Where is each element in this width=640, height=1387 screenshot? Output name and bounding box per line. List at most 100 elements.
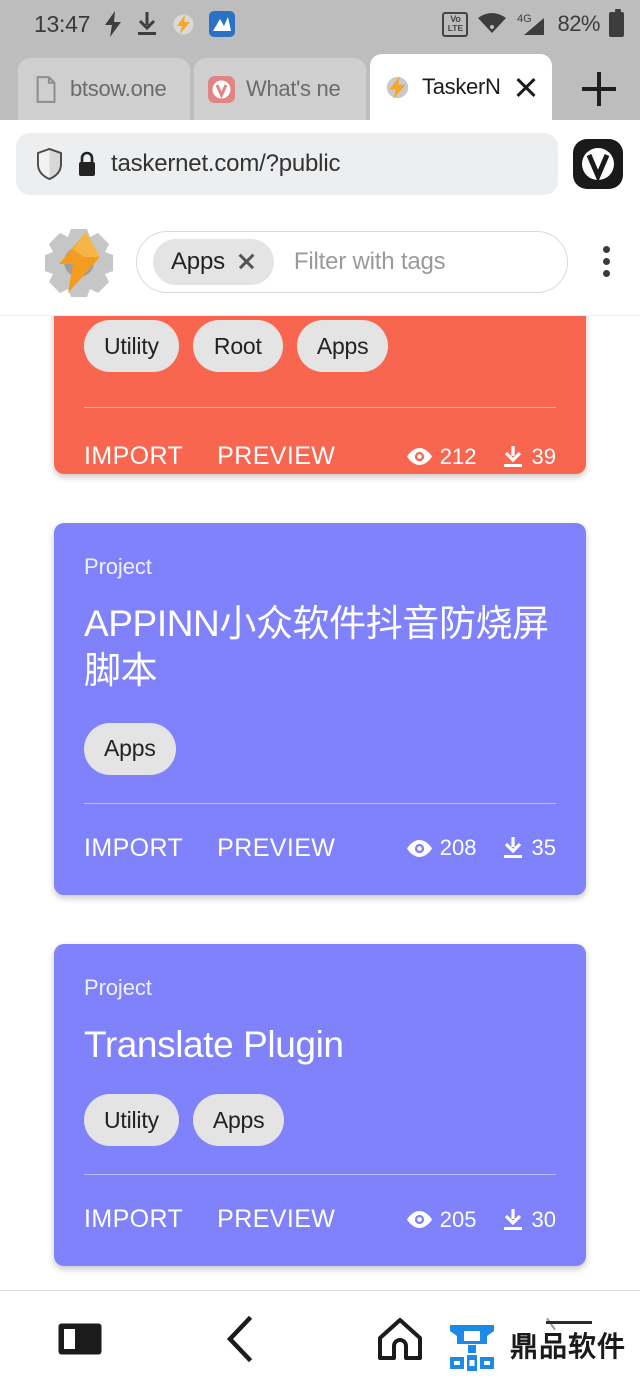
downloads-count: 30 [531,1206,556,1232]
new-tab-button[interactable] [582,72,616,106]
views-count: 208 [439,835,477,861]
tag-filter-placeholder: Filter with tags [293,247,446,275]
kebab-dot [602,246,610,253]
lock-icon [79,151,95,176]
browser-tab-label: What's ne [246,76,341,101]
card-divider [84,802,556,804]
views-count: 212 [439,443,477,469]
card-tag[interactable]: Apps [192,1094,285,1147]
battery-percent-label: 82% [557,11,600,36]
card-actions: IMPORT PREVIEW 205 30 [84,1205,556,1234]
card-tag[interactable]: Utility [84,1094,179,1147]
watermark-text: 鼎品软件 [509,1331,626,1362]
download-icon [503,1208,522,1230]
card-divider [84,407,556,408]
tasker-icon [386,75,409,99]
card-stats: 212 39 [406,444,556,470]
shield-icon[interactable] [36,148,63,180]
volte-icon: Vo LTE [442,11,469,37]
views-stat: 208 [406,835,477,861]
url-text: taskernet.com/?public [111,150,341,177]
browser-tab-label: TaskerN [422,74,501,99]
active-tag-chip[interactable]: Apps [153,238,274,285]
close-icon[interactable] [514,75,538,99]
preview-button[interactable]: PREVIEW [217,1205,335,1234]
card-stats: 208 35 [406,835,556,861]
status-bar-left: 13:47 [34,10,236,38]
download-icon [503,837,522,859]
downloads-stat: 30 [501,1207,556,1233]
downloads-stat: 39 [501,444,556,470]
status-clock: 13:47 [34,10,91,37]
preview-button[interactable]: PREVIEW [217,834,335,863]
card-list[interactable]: Utility Root Apps IMPORT PREVIEW 212 39 … [0,316,640,1309]
status-bar: 13:47 Vo LTE 4G 82% [0,0,640,48]
preview-button[interactable]: PREVIEW [217,442,335,471]
views-stat: 205 [406,1207,477,1233]
vivaldi-menu-icon[interactable] [572,138,624,190]
android-navigation-bar: 鼎品软件 [0,1290,640,1387]
card-tag-row: Apps [84,722,556,775]
kebab-dot [602,270,610,277]
card-stats: 205 30 [406,1207,556,1233]
views-count: 205 [439,1206,477,1232]
downloads-count: 39 [531,443,556,469]
eye-icon [406,1211,432,1229]
page-icon [36,75,56,103]
flash-icon [105,11,122,37]
wifi-icon [478,13,507,33]
back-icon [226,1316,253,1362]
card-title: Translate Plugin [84,1024,344,1065]
download-icon [138,11,157,35]
tag-filter-box[interactable]: Apps Filter with tags [136,230,568,293]
tasker-logo-icon [45,228,113,297]
cellular-signal-icon: 4G [517,13,545,35]
svg-text:4G: 4G [517,13,532,25]
recents-icon [58,1323,102,1355]
card-actions: IMPORT PREVIEW 212 39 [84,442,556,471]
download-icon [503,445,522,467]
url-input[interactable]: taskernet.com/?public [16,133,558,195]
active-tag-label: Apps [171,247,225,275]
card-tag[interactable]: Apps [296,320,389,372]
status-bar-right: Vo LTE 4G 82% [442,8,624,37]
card-title: APPINN小众软件抖音防烧屏脚本 [84,603,549,692]
browser-tab-strip: btsow.one What's ne TaskerN [0,48,640,120]
card-tag-row: Utility Root Apps [84,320,556,372]
card-kind-label: Project [84,975,152,1000]
card-actions: IMPORT PREVIEW 208 35 [84,834,556,863]
project-card[interactable]: Project Translate Plugin Utility Apps IM… [54,944,586,1266]
site-header: Apps Filter with tags [0,208,640,316]
address-bar: taskernet.com/?public [0,120,640,208]
card-tag[interactable]: Utility [84,320,179,372]
card-divider [84,1174,556,1176]
browser-tab-0[interactable]: btsow.one [18,58,190,120]
blue-app-icon [209,11,236,37]
dingpin-logo-icon [449,1325,494,1371]
card-kind-label: Project [84,554,152,579]
views-stat: 212 [406,444,477,470]
kebab-menu-icon[interactable] [588,246,624,277]
card-tag[interactable]: Apps [84,722,176,775]
remove-tag-icon[interactable] [237,252,256,271]
downloads-stat: 35 [501,835,556,861]
import-button[interactable]: IMPORT [84,1205,183,1234]
eye-icon [406,839,432,857]
battery-icon [609,8,624,37]
project-card[interactable]: Utility Root Apps IMPORT PREVIEW 212 39 [54,316,586,474]
recents-button[interactable] [0,1322,160,1356]
browser-tab-2[interactable]: TaskerN [370,54,552,120]
import-button[interactable]: IMPORT [84,442,183,471]
downloads-count: 35 [531,835,556,861]
tasker-notification-icon [173,14,194,34]
project-card[interactable]: Project APPINN小众软件抖音防烧屏脚本 Apps IMPORT PR… [54,523,586,895]
kebab-dot [602,258,610,265]
card-tag-row: Utility Apps [84,1094,556,1147]
vivaldi-icon [208,75,235,103]
home-icon [378,1318,422,1360]
browser-tab-1[interactable]: What's ne [194,58,366,120]
card-tag[interactable]: Root [192,320,283,372]
back-button[interactable] [160,1316,320,1362]
import-button[interactable]: IMPORT [84,834,183,863]
watermark-dash [546,1321,592,1324]
